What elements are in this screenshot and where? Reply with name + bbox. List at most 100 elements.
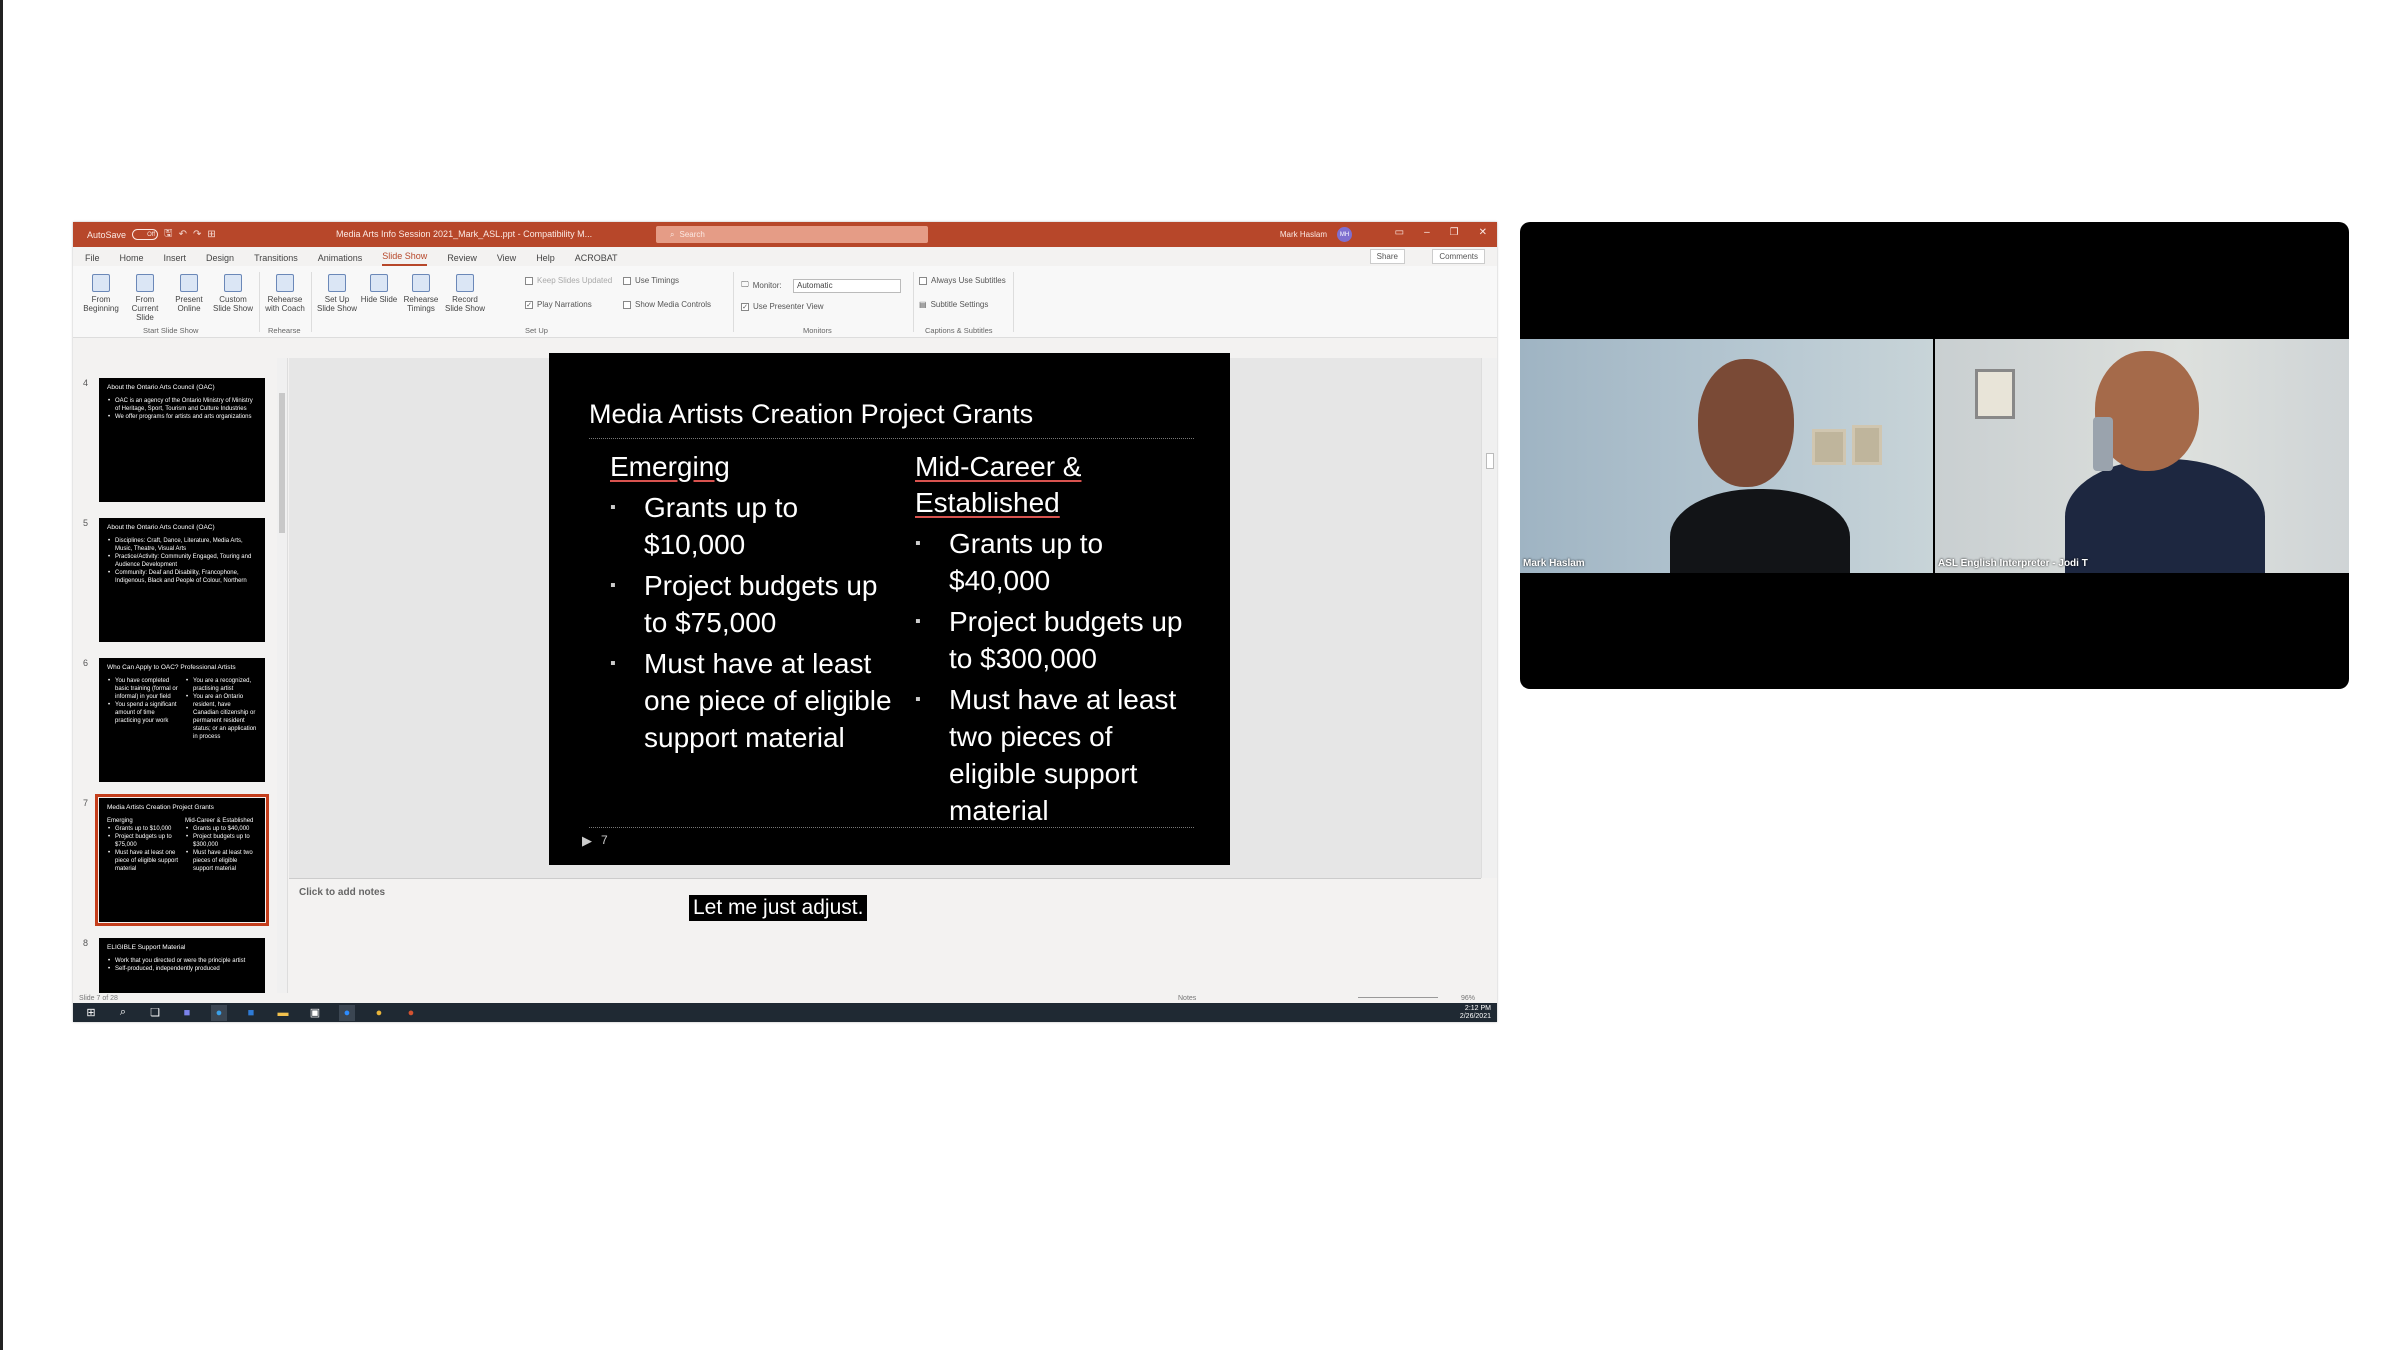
from-beginning-button[interactable]: From Beginning xyxy=(79,274,123,313)
subtitle-settings-button[interactable]: ▤ Subtitle Settings xyxy=(919,300,988,309)
thumbnail-number: 4 xyxy=(83,378,89,388)
share-button[interactable]: Share xyxy=(1369,249,1405,264)
divider xyxy=(589,827,1194,828)
tab-slide-show[interactable]: Slide Show xyxy=(382,251,428,266)
tab-insert[interactable]: Insert xyxy=(164,253,187,266)
tab-acrobat[interactable]: ACROBAT xyxy=(575,253,618,266)
participant-name: ASL English Interpreter - Jodi T xyxy=(1938,558,2088,569)
title-bar: AutoSave Off 🖫 ↶ ↷ ⊞ Media Arts Info Ses… xyxy=(73,222,1497,247)
autosave-toggle[interactable]: Off xyxy=(132,229,159,240)
set-up-slide-show-button[interactable]: Set Up Slide Show xyxy=(315,274,359,313)
search-icon[interactable]: ⌕ xyxy=(115,1005,131,1021)
comments-button[interactable]: Comments xyxy=(1432,249,1485,264)
file-explorer-icon[interactable]: ▬ xyxy=(275,1005,291,1021)
setup-icon xyxy=(328,274,346,292)
ribbon: From Beginning From Current Slide Presen… xyxy=(73,266,1497,338)
emerging-heading: Emerging xyxy=(610,451,730,482)
slide-scrollbar[interactable] xyxy=(1481,358,1497,878)
show-media-controls-check[interactable]: Show Media Controls xyxy=(623,300,711,309)
taskbar-clock[interactable]: 2:12 PM 2/26/2021 xyxy=(1460,1005,1491,1021)
tab-animations[interactable]: Animations xyxy=(318,253,363,266)
checkbox xyxy=(623,276,631,285)
always-use-subtitles-check[interactable]: Always Use Subtitles xyxy=(919,276,1006,285)
keep-slides-updated-check[interactable]: Keep Slides Updated xyxy=(525,276,612,285)
user-name[interactable]: Mark Haslam xyxy=(1280,230,1327,239)
thumbnail-scrollbar[interactable] xyxy=(277,358,287,993)
tab-home[interactable]: Home xyxy=(120,253,144,266)
video-gallery: Mark Haslam ASL English Interpreter - Jo… xyxy=(1520,222,2349,689)
tab-view[interactable]: View xyxy=(497,253,516,266)
rehearse-timings-button[interactable]: Rehearse Timings xyxy=(399,274,443,313)
thumbnail-slide-4[interactable]: About the Ontario Arts Council (OAC) OAC… xyxy=(99,378,265,502)
slide-position: Slide 7 of 28 xyxy=(79,994,118,1002)
checkbox xyxy=(525,276,533,285)
record-icon xyxy=(456,274,474,292)
undo-icon[interactable]: ↶ xyxy=(179,229,187,240)
close-icon[interactable]: ✕ xyxy=(1479,227,1487,238)
powerpoint-icon[interactable]: ● xyxy=(403,1005,419,1021)
monitor-icon: 🖵 xyxy=(741,280,749,289)
hide-slide-button[interactable]: Hide Slide xyxy=(357,274,401,304)
checkbox xyxy=(919,276,927,285)
video-tile[interactable]: ASL English Interpreter - Jodi T xyxy=(1935,339,2349,573)
current-slide[interactable]: Media Artists Creation Project Grants Em… xyxy=(549,353,1230,865)
present-online-button[interactable]: Present Online xyxy=(167,274,211,313)
bullet-item: Grants up to $10,000 xyxy=(610,489,900,563)
task-view-icon[interactable]: ❏ xyxy=(147,1005,163,1021)
tab-file[interactable]: File xyxy=(85,253,100,266)
tab-transitions[interactable]: Transitions xyxy=(254,253,298,266)
wall-picture xyxy=(1975,369,2015,419)
group-label-setup: Set Up xyxy=(525,326,548,335)
tab-review[interactable]: Review xyxy=(447,253,477,266)
chrome-icon[interactable]: ● xyxy=(371,1005,387,1021)
play-icon[interactable]: ▶ xyxy=(582,833,592,849)
hide-slide-icon xyxy=(370,274,388,292)
windows-start-icon[interactable]: ⊞ xyxy=(83,1005,99,1021)
notes-toggle-button[interactable]: Notes xyxy=(1178,995,1196,1002)
checkbox xyxy=(623,300,631,309)
status-bar: Slide 7 of 28 Notes 96% xyxy=(73,993,1497,1003)
custom-slide-show-button[interactable]: Custom Slide Show xyxy=(211,274,255,313)
outlook-icon[interactable]: ■ xyxy=(243,1005,259,1021)
teams-icon[interactable]: ■ xyxy=(179,1005,195,1021)
use-timings-check[interactable]: Use Timings xyxy=(623,276,679,285)
minimize-icon[interactable]: – xyxy=(1424,227,1430,238)
thumbnail-slide-8[interactable]: ELIGIBLE Support Material Work that you … xyxy=(99,938,265,993)
from-current-slide-button[interactable]: From Current Slide xyxy=(123,274,167,322)
monitor-select[interactable]: Automatic xyxy=(793,279,901,293)
edge-icon[interactable]: ● xyxy=(211,1004,227,1021)
subtitle-icon: ▤ xyxy=(919,300,927,309)
present-online-icon xyxy=(180,274,198,292)
search-box[interactable]: ⌕ Search xyxy=(656,226,928,243)
zoom-level[interactable]: 96% xyxy=(1461,995,1475,1002)
use-presenter-view-check[interactable]: ✓ Use Presenter View xyxy=(741,302,824,311)
start-from-beginning-icon[interactable]: ⊞ xyxy=(207,229,215,240)
ribbon-display-icon[interactable]: ▭ xyxy=(1395,227,1404,238)
rehearse-with-coach-button[interactable]: Rehearse with Coach xyxy=(263,274,307,313)
video-tile[interactable]: Mark Haslam xyxy=(1520,339,1933,573)
zoom-icon[interactable]: ● xyxy=(339,1004,355,1021)
zoom-slider[interactable] xyxy=(1358,997,1438,998)
document-title: Media Arts Info Session 2021_Mark_ASL.pp… xyxy=(336,229,593,239)
tab-help[interactable]: Help xyxy=(536,253,555,266)
notes-pane[interactable]: Click to add notes xyxy=(289,878,1481,993)
wall-picture xyxy=(1852,425,1882,465)
redo-icon[interactable]: ↷ xyxy=(193,229,201,240)
thumbnail-slide-6[interactable]: Who Can Apply to OAC? Professional Artis… xyxy=(99,658,265,782)
save-icon[interactable]: 🖫 xyxy=(164,226,173,243)
avatar[interactable]: MH xyxy=(1337,227,1352,242)
established-column: Mid-Career & Established Grants up to $4… xyxy=(915,449,1205,833)
divider xyxy=(589,438,1194,439)
live-caption: Let me just adjust. xyxy=(689,895,868,921)
restore-icon[interactable]: ❐ xyxy=(1450,227,1459,238)
record-slide-show-button[interactable]: Record Slide Show xyxy=(443,274,487,313)
bullet-item: Project budgets up to $300,000 xyxy=(915,603,1205,677)
group-label-rehearse: Rehearse xyxy=(268,326,301,335)
bullet-item: Grants up to $40,000 xyxy=(915,525,1205,599)
thumbnail-slide-5[interactable]: About the Ontario Arts Council (OAC) Dis… xyxy=(99,518,265,642)
tab-design[interactable]: Design xyxy=(206,253,234,266)
store-icon[interactable]: ▣ xyxy=(307,1005,323,1021)
thumbnail-slide-7[interactable]: Media Artists Creation Project Grants Em… xyxy=(95,794,269,926)
play-narrations-check[interactable]: ✓ Play Narrations xyxy=(525,300,592,309)
meeting-stage: AutoSave Off 🖫 ↶ ↷ ⊞ Media Arts Info Ses… xyxy=(0,0,2400,1350)
